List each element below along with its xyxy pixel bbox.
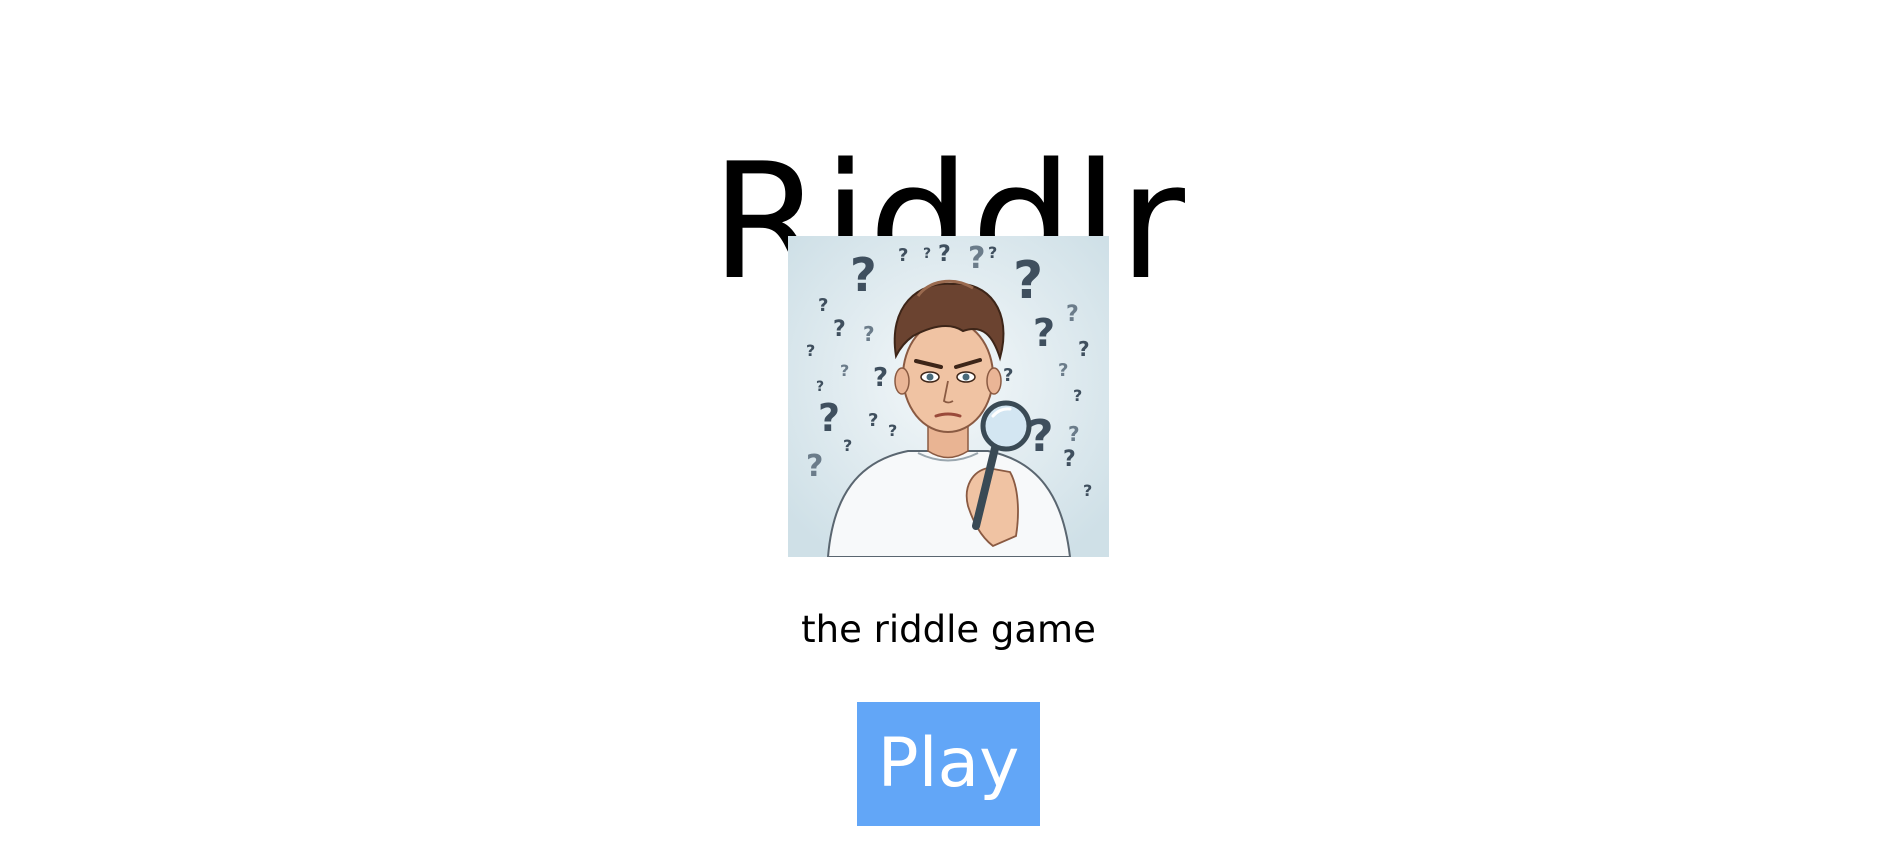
svg-text:?: ?	[1073, 386, 1082, 405]
svg-text:?: ?	[873, 363, 888, 393]
svg-text:?: ?	[1058, 360, 1068, 381]
svg-text:?: ?	[818, 295, 828, 316]
svg-text:?: ?	[863, 322, 875, 346]
svg-text:?: ?	[1063, 447, 1076, 472]
svg-text:?: ?	[843, 436, 852, 455]
svg-text:?: ?	[898, 245, 908, 266]
play-button[interactable]: Play	[857, 702, 1040, 826]
svg-text:?: ?	[850, 248, 877, 302]
svg-text:?: ?	[1033, 311, 1055, 355]
svg-text:?: ?	[806, 449, 823, 484]
svg-text:?: ?	[923, 246, 931, 262]
svg-text:?: ?	[868, 410, 878, 431]
svg-text:?: ?	[1013, 251, 1043, 311]
svg-text:?: ?	[988, 243, 997, 262]
svg-text:?: ?	[1028, 411, 1054, 462]
svg-text:?: ?	[806, 341, 815, 360]
svg-text:?: ?	[1083, 481, 1092, 500]
svg-text:?: ?	[938, 242, 951, 267]
hero-image: ? ? ? ? ? ? ? ? ? ? ? ? ? ? ? ? ? ? ? ?	[788, 236, 1109, 557]
svg-text:?: ?	[1066, 302, 1079, 327]
svg-text:?: ?	[1003, 365, 1013, 386]
svg-text:?: ?	[833, 317, 846, 342]
svg-text:?: ?	[1078, 337, 1090, 361]
svg-text:?: ?	[816, 379, 824, 395]
svg-text:?: ?	[1068, 422, 1080, 446]
svg-text:?: ?	[888, 421, 897, 440]
tagline: the riddle game	[801, 608, 1096, 651]
svg-text:?: ?	[818, 396, 840, 440]
svg-text:?: ?	[968, 241, 985, 276]
svg-text:?: ?	[840, 361, 849, 380]
landing-page: Riddlr ? ? ? ? ? ? ? ? ? ? ? ? ? ? ? ? ?…	[0, 0, 1897, 847]
confused-person-with-magnifier-icon: ? ? ? ? ? ? ? ? ? ? ? ? ? ? ? ? ? ? ? ?	[788, 236, 1109, 557]
